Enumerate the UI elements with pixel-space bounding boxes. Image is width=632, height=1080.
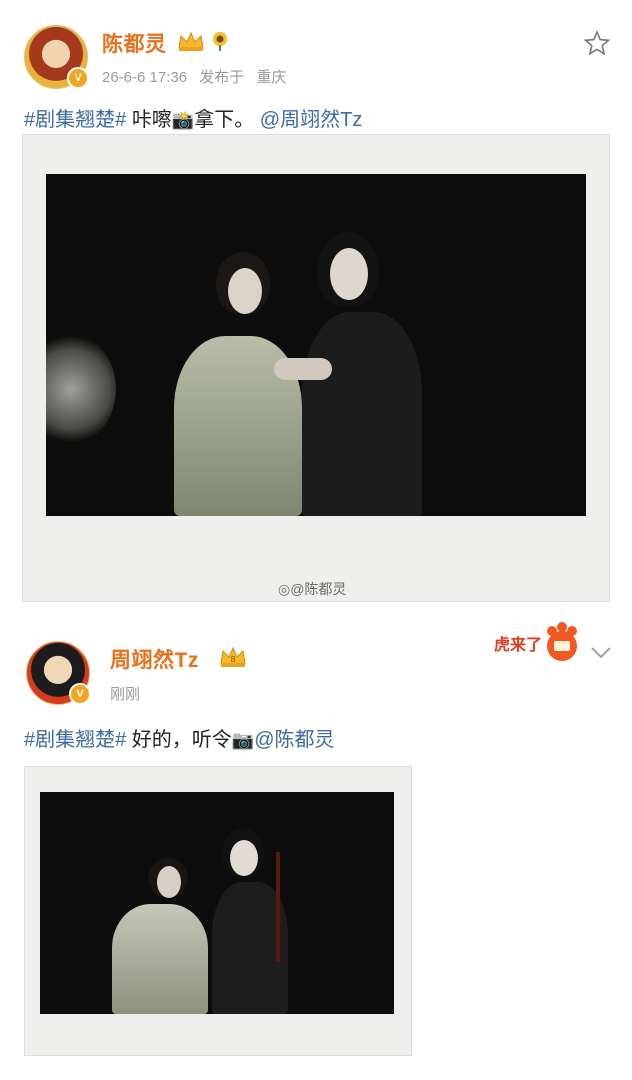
photo bbox=[46, 174, 586, 516]
sunflower-icon bbox=[213, 32, 227, 51]
svg-text:8: 8 bbox=[230, 655, 235, 664]
location-prefix: 发布于 bbox=[199, 69, 245, 86]
sticker-text: 虎来了 bbox=[494, 635, 542, 654]
post-text: #剧集翘楚# 咔嚓📸拿下。 @周翊然Tz bbox=[24, 103, 362, 132]
light-blur bbox=[46, 334, 116, 444]
post-image[interactable] bbox=[24, 766, 412, 1056]
post-meta: 26-6-6 17:36 发布于 重庆 bbox=[102, 66, 294, 87]
location: 重庆 bbox=[256, 69, 287, 86]
camera-icon: 📸 bbox=[171, 110, 195, 130]
watermark: ◎@陈都灵 bbox=[278, 581, 347, 597]
face bbox=[330, 248, 368, 300]
crown-icon bbox=[178, 31, 204, 51]
face bbox=[228, 268, 262, 314]
author-name[interactable]: 陈都灵 bbox=[102, 28, 167, 58]
mention-link[interactable]: @周翊然Tz bbox=[260, 109, 363, 131]
star-icon[interactable] bbox=[584, 30, 610, 56]
hashtag-link[interactable]: #剧集翘楚# bbox=[24, 109, 126, 131]
verified-badge-icon: V bbox=[67, 67, 89, 89]
weibo-logo-icon: ◎ bbox=[278, 581, 291, 597]
author-name[interactable]: 周翊然Tz bbox=[110, 644, 199, 674]
mention-link[interactable]: @陈都灵 bbox=[254, 729, 334, 751]
robe bbox=[112, 904, 208, 1014]
text-after-icon: 拿下。 bbox=[194, 109, 255, 131]
crown-icon: 8 bbox=[220, 646, 246, 667]
verified-badge-icon: V bbox=[69, 683, 91, 705]
sticker: 虎来了 bbox=[494, 622, 577, 661]
photo bbox=[40, 792, 394, 1014]
timestamp: 刚刚 bbox=[110, 686, 141, 703]
timestamp: 26-6-6 17:36 bbox=[102, 69, 188, 86]
camera-icon: 📷 bbox=[231, 730, 255, 750]
chevron-down-icon[interactable] bbox=[590, 646, 612, 660]
hashtag-link[interactable]: #剧集翘楚# bbox=[24, 729, 126, 751]
face bbox=[230, 840, 258, 876]
robe bbox=[302, 312, 422, 516]
text-before-icon: 好的，听令 bbox=[131, 729, 232, 751]
post-image[interactable]: ◎@陈都灵 bbox=[22, 134, 610, 602]
post-text: #剧集翘楚# 好的，听令📷@陈都灵 bbox=[24, 723, 335, 752]
avatar[interactable]: V bbox=[24, 25, 89, 89]
hands bbox=[274, 358, 332, 380]
face bbox=[157, 866, 181, 898]
text-before-icon: 咔嚓 bbox=[131, 109, 172, 131]
avatar[interactable]: V bbox=[26, 641, 91, 705]
sword bbox=[276, 852, 280, 962]
weibo-post-1: V 陈都灵 26-6-6 17:36 发布于 重庆 #剧集翘楚# 咔嚓📸拿下。 … bbox=[0, 0, 632, 615]
